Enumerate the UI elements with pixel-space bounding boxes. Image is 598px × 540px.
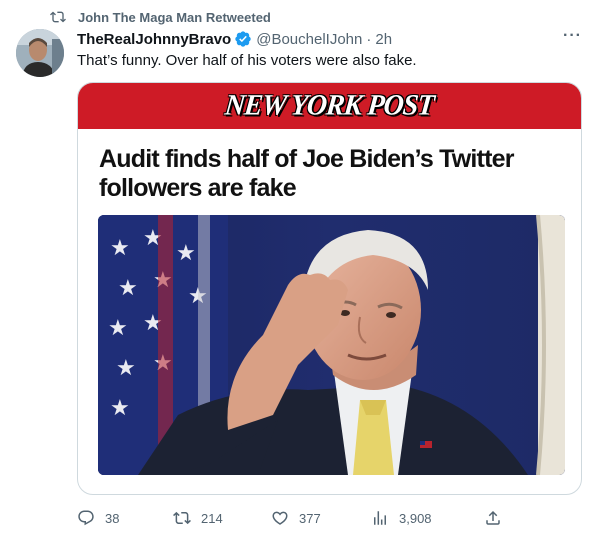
nyp-masthead-bar: NEW YORK POST [78, 83, 581, 129]
svg-text:★: ★ [110, 236, 130, 261]
share-button[interactable] [484, 509, 512, 527]
svg-text:★: ★ [176, 241, 196, 266]
retweet-indicator[interactable]: John The Maga Man Retweeted [50, 8, 271, 26]
tweet-header: TheRealJohnnyBravo @BouchelIJohn · 2h ··… [77, 27, 586, 49]
svg-text:★: ★ [108, 316, 128, 341]
heart-icon [272, 511, 288, 525]
media-card[interactable]: NEW YORK POST Audit finds half of Joe Bi… [77, 82, 582, 495]
reply-icon [78, 510, 94, 526]
verified-badge-icon[interactable] [234, 30, 252, 48]
share-icon [486, 510, 500, 525]
avatar[interactable] [16, 29, 64, 77]
photo-illustration: ★ ★ ★ ★ ★ ★ ★ ★ ★ ★ ★ [98, 215, 565, 475]
display-name[interactable]: TheRealJohnnyBravo [77, 31, 231, 48]
tweet-actions: 38 214 377 3,908 [77, 507, 507, 529]
like-button[interactable]: 377 [271, 509, 321, 527]
retweet-label: John The Maga Man Retweeted [78, 9, 271, 25]
svg-text:★: ★ [110, 396, 130, 421]
svg-text:★: ★ [118, 276, 138, 301]
separator-dot: · [366, 30, 372, 48]
retweet-button[interactable]: 214 [173, 509, 223, 527]
more-options-icon[interactable]: ··· [563, 27, 582, 45]
svg-text:★: ★ [116, 356, 136, 381]
user-handle[interactable]: @BouchelIJohn [256, 31, 362, 48]
reply-button[interactable]: 38 [77, 509, 119, 527]
article-photo[interactable]: ★ ★ ★ ★ ★ ★ ★ ★ ★ ★ ★ [98, 215, 565, 475]
views-button[interactable]: 3,908 [371, 509, 432, 527]
retweet-icon [50, 11, 66, 23]
like-count: 377 [299, 510, 321, 526]
avatar-photo [16, 29, 64, 77]
reply-count: 38 [105, 510, 120, 526]
retweet-icon [173, 511, 191, 525]
views-count: 3,908 [399, 510, 432, 526]
tweet-text: That’s funny. Over half of his voters we… [77, 52, 417, 69]
retweet-count: 214 [201, 510, 223, 526]
timestamp[interactable]: 2h [375, 31, 392, 48]
article-headline: Audit finds half of Joe Biden’s Twitter … [99, 145, 514, 202]
views-chart-icon [374, 511, 386, 525]
nyp-logo: NEW YORK POST [223, 89, 436, 122]
